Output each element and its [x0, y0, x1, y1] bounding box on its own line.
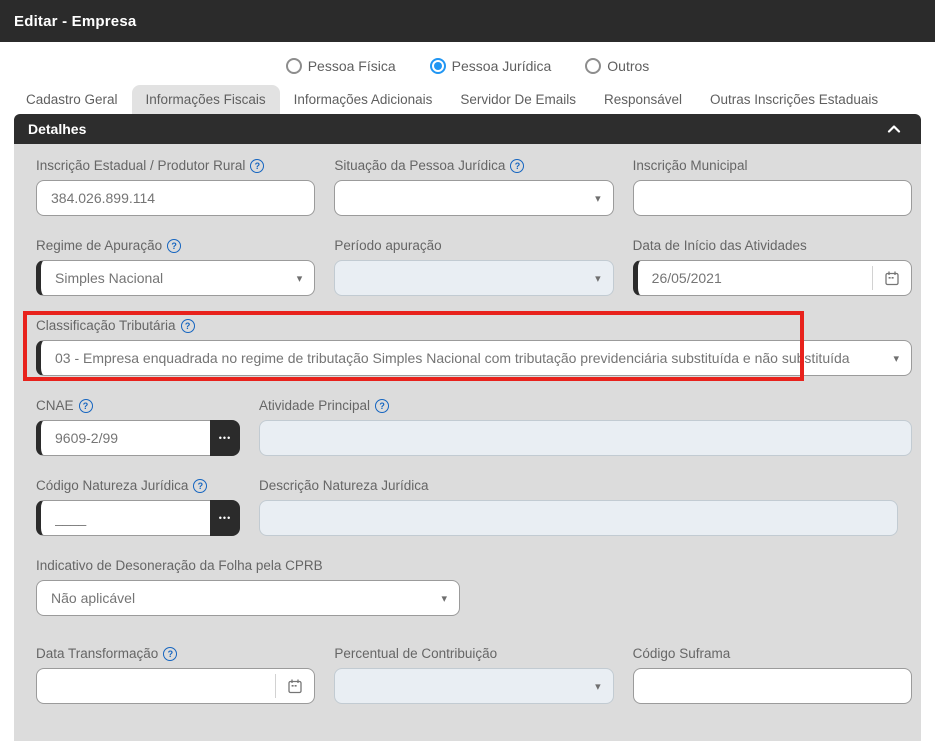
collapse-section-button[interactable] [881, 118, 907, 140]
help-icon[interactable]: ? [163, 647, 177, 661]
radio-pessoa-juridica[interactable]: Pessoa Jurídica [430, 58, 552, 74]
window-header: Editar - Empresa [0, 0, 935, 42]
calendar-icon [884, 270, 900, 286]
tab-servidor-de-emails[interactable]: Servidor De Emails [446, 85, 590, 114]
situacao-pessoa-juridica-select[interactable]: ▾ [334, 180, 613, 216]
field-label: Data de Início das Atividades [633, 238, 912, 254]
inscricao-estadual-input[interactable] [37, 181, 314, 215]
calendar-icon [287, 678, 303, 694]
tab-bar: Cadastro Geral Informações Fiscais Infor… [0, 84, 935, 114]
chevron-down-icon: ▾ [595, 272, 601, 285]
inscricao-municipal-field-wrap [633, 180, 912, 216]
person-type-radio-group: Pessoa Física Pessoa Jurídica Outros [0, 42, 935, 84]
help-icon[interactable]: ? [193, 479, 207, 493]
calendar-button[interactable] [276, 669, 314, 703]
help-icon[interactable]: ? [375, 399, 389, 413]
field-label: Situação da Pessoa Jurídica ? [334, 158, 613, 174]
help-icon[interactable]: ? [181, 319, 195, 333]
chevron-down-icon: ▾ [441, 592, 447, 605]
data-inicio-field-wrap [633, 260, 912, 296]
chevron-down-icon: ▾ [595, 192, 601, 205]
more-options-icon: ••• [219, 513, 231, 523]
field-label: Inscrição Estadual / Produtor Rural ? [36, 158, 315, 174]
codigo-suframa-input[interactable] [634, 669, 911, 703]
field-label: CNAE ? [36, 398, 240, 414]
detalhes-panel: Detalhes Inscrição Estadual / Produtor R… [14, 114, 921, 741]
radio-outros[interactable]: Outros [585, 58, 649, 74]
classificacao-tributaria-select[interactable]: 03 - Empresa enquadrada no regime de tri… [36, 340, 912, 376]
chevron-down-icon: ▾ [893, 352, 899, 365]
descricao-natureza-field [259, 500, 898, 536]
help-icon[interactable]: ? [167, 239, 181, 253]
field-label: Descrição Natureza Jurídica [259, 478, 898, 494]
tab-informacoes-fiscais[interactable]: Informações Fiscais [132, 85, 280, 114]
field-label: Data Transformação ? [36, 646, 315, 662]
field-label: Período apuração [334, 238, 613, 254]
radio-label: Outros [607, 58, 649, 74]
cnae-field-group: ••• [36, 420, 240, 456]
tab-responsavel[interactable]: Responsável [590, 85, 696, 114]
inscricao-municipal-input[interactable] [634, 181, 911, 215]
codigo-natureza-input[interactable] [41, 501, 210, 535]
help-icon[interactable]: ? [250, 159, 264, 173]
indicativo-cprb-select[interactable]: Não aplicável ▾ [36, 580, 460, 616]
periodo-apuracao-select: ▾ [334, 260, 613, 296]
radio-unchecked-icon[interactable] [286, 58, 302, 74]
radio-unchecked-icon[interactable] [585, 58, 601, 74]
tab-outras-inscricoes-estaduais[interactable]: Outras Inscrições Estaduais [696, 85, 892, 114]
field-label: Classificação Tributária ? [36, 318, 912, 334]
codigo-natureza-field-group: ••• [36, 500, 240, 536]
regime-apuracao-select[interactable]: Simples Nacional ▾ [36, 260, 315, 296]
atividade-principal-field [259, 420, 912, 456]
help-icon[interactable]: ? [79, 399, 93, 413]
detalhes-form: Inscrição Estadual / Produtor Rural ? Si… [14, 144, 921, 741]
tab-informacoes-adicionais[interactable]: Informações Adicionais [280, 85, 447, 114]
cnae-field-wrap [36, 420, 210, 456]
field-label: Regime de Apuração ? [36, 238, 315, 254]
data-inicio-input[interactable] [638, 261, 872, 295]
field-label: Inscrição Municipal [633, 158, 912, 174]
inscricao-estadual-field-wrap [36, 180, 315, 216]
calendar-button[interactable] [873, 261, 911, 295]
field-label: Percentual de Contribuição [334, 646, 613, 662]
field-label: Atividade Principal ? [259, 398, 912, 414]
field-label: Código Natureza Jurídica ? [36, 478, 240, 494]
chevron-down-icon: ▾ [297, 272, 303, 285]
percentual-contribuicao-select: ▾ [334, 668, 613, 704]
radio-label: Pessoa Física [308, 58, 396, 74]
cnae-input[interactable] [41, 421, 210, 455]
codigo-natureza-lookup-button[interactable]: ••• [210, 500, 240, 536]
detalhes-section-header[interactable]: Detalhes [14, 114, 921, 144]
section-title: Detalhes [28, 121, 86, 137]
chevron-up-icon [887, 125, 901, 133]
data-transformacao-input[interactable] [37, 669, 275, 703]
radio-label: Pessoa Jurídica [452, 58, 552, 74]
codigo-suframa-field-wrap [633, 668, 912, 704]
field-label: Indicativo de Desoneração da Folha pela … [36, 558, 460, 574]
codigo-natureza-field-wrap [36, 500, 210, 536]
data-transformacao-field-wrap [36, 668, 315, 704]
page-title: Editar - Empresa [14, 13, 136, 30]
more-options-icon: ••• [219, 433, 231, 443]
tab-cadastro-geral[interactable]: Cadastro Geral [12, 85, 132, 114]
help-icon[interactable]: ? [510, 159, 524, 173]
chevron-down-icon: ▾ [595, 680, 601, 693]
radio-pessoa-fisica[interactable]: Pessoa Física [286, 58, 396, 74]
cnae-lookup-button[interactable]: ••• [210, 420, 240, 456]
field-label: Código Suframa [633, 646, 912, 662]
radio-checked-icon[interactable] [430, 58, 446, 74]
